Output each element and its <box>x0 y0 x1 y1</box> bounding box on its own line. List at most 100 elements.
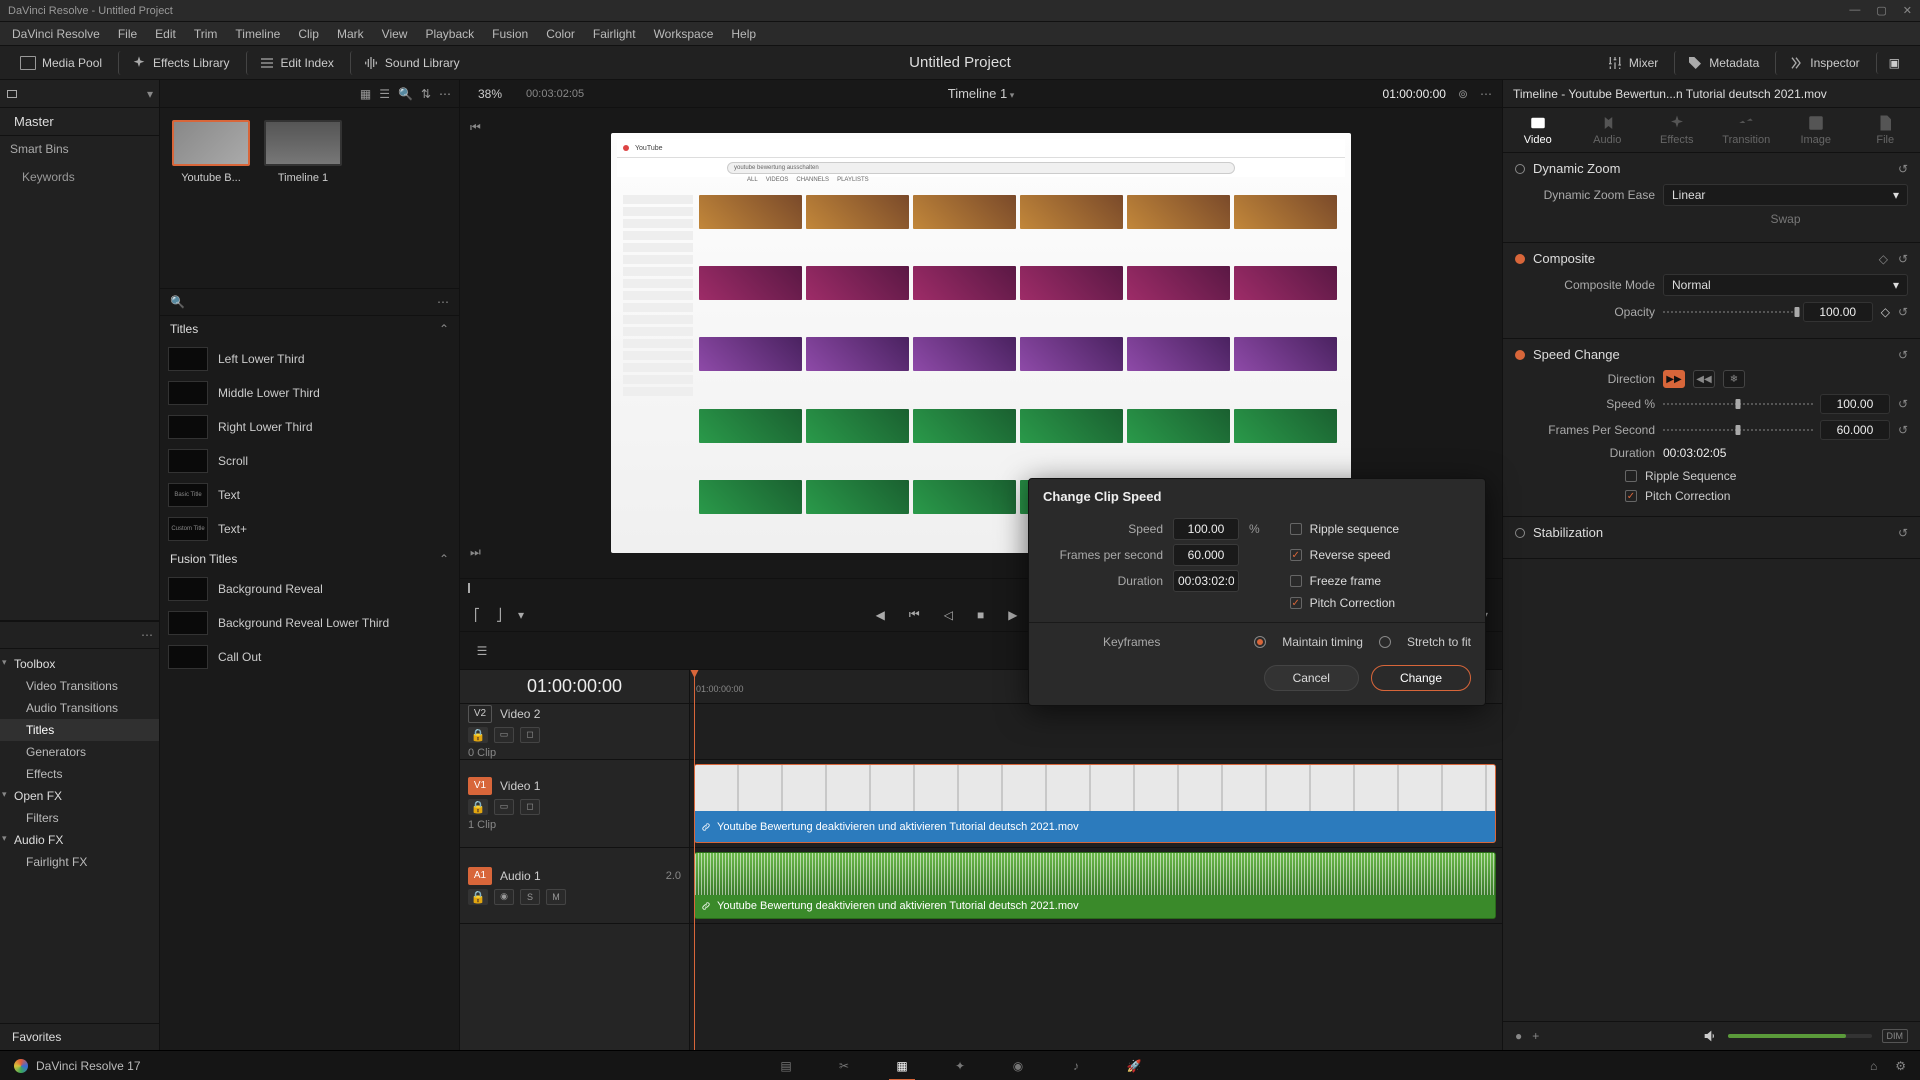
thumb-youtube-clip[interactable]: Youtube B... <box>172 120 250 276</box>
tab-effects[interactable]: Effects <box>1642 108 1712 152</box>
direction-freeze-button[interactable]: ❄ <box>1723 370 1745 388</box>
track-header-v2[interactable]: V2Video 2 🔒▭◻ 0 Clip <box>460 704 689 760</box>
fps-input[interactable] <box>1173 544 1239 566</box>
tree-titles[interactable]: Titles <box>0 719 159 741</box>
link-icon[interactable]: 🔒 <box>468 727 488 743</box>
direction-forward-button[interactable]: ▶▶ <box>1663 370 1685 388</box>
menu-workspace[interactable]: Workspace <box>646 25 722 43</box>
tree-audio-transitions[interactable]: Audio Transitions <box>0 697 159 719</box>
mark-out-icon[interactable]: ⎦ <box>492 606 506 624</box>
speed-slider[interactable] <box>1663 398 1814 410</box>
menu-color[interactable]: Color <box>538 25 583 43</box>
toolbox-options-icon[interactable]: ⋯ <box>141 628 153 642</box>
direction-reverse-button[interactable]: ◀◀ <box>1693 370 1715 388</box>
tree-filters[interactable]: Filters <box>0 807 159 829</box>
reset-icon[interactable]: ↺ <box>1898 423 1908 437</box>
page-cut[interactable]: ✂ <box>831 1056 857 1076</box>
maximize-icon[interactable]: ▢ <box>1876 4 1886 17</box>
sort-icon[interactable]: ⇅ <box>421 87 431 101</box>
solo-icon[interactable]: S <box>520 889 540 905</box>
swap-button[interactable]: Swap <box>1663 212 1908 226</box>
view-grid-icon[interactable]: ▦ <box>360 87 371 101</box>
minimize-icon[interactable]: — <box>1849 4 1860 17</box>
tab-image[interactable]: Image <box>1781 108 1851 152</box>
speaker-icon[interactable] <box>1702 1028 1718 1044</box>
tree-effects[interactable]: Effects <box>0 763 159 785</box>
track-lane-v1[interactable]: Youtube Bewertung deaktivieren und aktiv… <box>690 760 1502 848</box>
viewer-zoom[interactable]: 38% <box>478 87 502 101</box>
fusion-title-item[interactable]: Background Reveal Lower Third <box>160 606 459 640</box>
menu-edit[interactable]: Edit <box>147 25 184 43</box>
volume-slider[interactable] <box>1728 1034 1871 1038</box>
tab-video[interactable]: Video <box>1503 108 1573 152</box>
tree-video-transitions[interactable]: Video Transitions <box>0 675 159 697</box>
mute-icon[interactable]: M <box>546 889 566 905</box>
collapse-icon[interactable]: ⌃ <box>439 552 449 566</box>
opacity-input[interactable] <box>1803 302 1873 322</box>
tc-options-icon[interactable]: ⊚ <box>1458 87 1468 101</box>
page-fusion[interactable]: ✦ <box>947 1056 973 1076</box>
fusion-title-item[interactable]: Call Out <box>160 640 459 674</box>
mark-in-icon[interactable]: ⎡ <box>470 606 484 624</box>
track-header-v1[interactable]: V1Video 1 🔒▭◻ 1 Clip <box>460 760 689 848</box>
arm-icon[interactable]: ◉ <box>494 889 514 905</box>
play-icon[interactable]: ▶ <box>1004 606 1021 624</box>
speed-input[interactable] <box>1173 518 1239 540</box>
edit-index-button[interactable]: Edit Index <box>246 51 344 75</box>
menu-fusion[interactable]: Fusion <box>484 25 536 43</box>
metadata-button[interactable]: Metadata <box>1674 51 1769 75</box>
add-icon[interactable]: + <box>1532 1029 1539 1043</box>
link-icon[interactable]: 🔒 <box>468 889 488 905</box>
tree-toolbox[interactable]: Toolbox <box>0 653 159 675</box>
reset-icon[interactable]: ↺ <box>1898 348 1908 362</box>
tree-openfx[interactable]: Open FX <box>0 785 159 807</box>
duration-input[interactable] <box>1173 570 1239 592</box>
ripple-sequence-checkbox[interactable] <box>1625 470 1637 482</box>
composite-mode-dropdown[interactable]: Normal▾ <box>1663 274 1908 296</box>
mute-video-icon[interactable]: ▭ <box>494 799 514 815</box>
fps-value-input[interactable] <box>1820 420 1890 440</box>
pitch-checkbox[interactable] <box>1290 597 1302 609</box>
search-icon[interactable]: 🔍 <box>398 87 413 101</box>
title-item[interactable]: Right Lower Third <box>160 410 459 444</box>
tl-view-icon[interactable]: ☰ <box>470 640 494 662</box>
fps-slider[interactable] <box>1663 424 1814 436</box>
link-icon[interactable]: 🔒 <box>468 799 488 815</box>
opacity-slider[interactable] <box>1663 306 1797 318</box>
go-last-frame-icon[interactable]: ⏭ <box>470 545 481 560</box>
tree-audiofx[interactable]: Audio FX <box>0 829 159 851</box>
add-keyframe-icon[interactable]: ● <box>1515 1029 1522 1043</box>
tree-generators[interactable]: Generators <box>0 741 159 763</box>
ripple-checkbox[interactable] <box>1290 523 1302 535</box>
chevron-down-icon[interactable]: ▾ <box>514 606 528 624</box>
dynamic-zoom-ease-dropdown[interactable]: Linear▾ <box>1663 184 1908 206</box>
tracks-area[interactable]: 01:00:00:00 01:02:00:00 Youtube Bewertun… <box>690 670 1502 1050</box>
reset-icon[interactable]: ↺ <box>1898 526 1908 540</box>
menu-file[interactable]: File <box>110 25 145 43</box>
thumb-toggle-icon[interactable]: ◻ <box>520 727 540 743</box>
tree-fairlightfx[interactable]: Fairlight FX <box>0 851 159 873</box>
track-header-a1[interactable]: A1Audio 12.0 🔒◉SM <box>460 848 689 924</box>
menu-timeline[interactable]: Timeline <box>227 25 288 43</box>
audio-clip[interactable]: Youtube Bewertung deaktivieren und aktiv… <box>694 852 1496 919</box>
media-pool-button[interactable]: Media Pool <box>10 52 112 74</box>
close-icon[interactable]: ✕ <box>1903 4 1912 17</box>
thumb-toggle-icon[interactable]: ◻ <box>520 799 540 815</box>
menu-playback[interactable]: Playback <box>417 25 482 43</box>
timeline-name[interactable]: Timeline 1 <box>948 86 1015 101</box>
mute-video-icon[interactable]: ▭ <box>494 727 514 743</box>
stabilization-toggle[interactable] <box>1515 528 1525 538</box>
menu-clip[interactable]: Clip <box>290 25 327 43</box>
speed-pct-input[interactable] <box>1820 394 1890 414</box>
menu-help[interactable]: Help <box>723 25 764 43</box>
smart-bin-keywords[interactable]: Keywords <box>10 166 149 188</box>
step-back-icon[interactable]: ◁ <box>940 606 957 624</box>
title-item[interactable]: Basic TitleText <box>160 478 459 512</box>
title-item[interactable]: Scroll <box>160 444 459 478</box>
page-fairlight[interactable]: ♪ <box>1063 1056 1089 1076</box>
playhead-tc[interactable]: 01:00:00:00 <box>460 670 689 704</box>
track-lane-v2[interactable] <box>690 704 1502 760</box>
dim-button[interactable]: DIM <box>1882 1029 1909 1043</box>
video-clip[interactable]: Youtube Bewertung deaktivieren und aktiv… <box>694 764 1496 843</box>
jog-handle[interactable] <box>468 583 470 593</box>
